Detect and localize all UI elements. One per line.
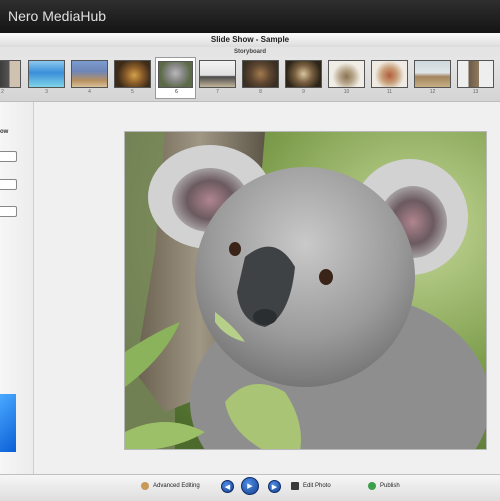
advanced-editing-label: Advanced Editing (153, 483, 200, 489)
storyboard-thumbnail[interactable] (328, 60, 365, 88)
previous-icon: ◀ (224, 483, 231, 491)
storyboard-thumbnail[interactable] (28, 60, 65, 88)
edit-photo-button[interactable]: Edit Photo (291, 482, 331, 490)
storyboard-thumbnail[interactable] (457, 60, 494, 88)
play-icon: ▶ (247, 483, 253, 490)
bottom-toolbar: Advanced Editing ◀ ▶ ▶ Edit Photo Publis… (0, 474, 500, 501)
thumbnail-number: 9 (302, 89, 305, 95)
thumbnail-number: 5 (131, 89, 134, 95)
thumbnail-number: 6 (175, 89, 178, 95)
thumbnail-number: 7 (216, 89, 219, 95)
storyboard-thumbnail[interactable] (199, 60, 236, 88)
thumbnail-number: 4 (88, 89, 91, 95)
thumbnail-number: 8 (259, 89, 262, 95)
edit-photo-label: Edit Photo (303, 483, 331, 489)
blue-preview-tile[interactable] (0, 394, 16, 452)
storyboard-thumbnail-selected[interactable]: 6 (155, 57, 196, 99)
left-panel: ow (0, 102, 34, 474)
thumbnail-number: 2 (1, 89, 4, 95)
window-caption: Slide Show - Sample (0, 33, 500, 48)
panel-option-button[interactable] (0, 151, 17, 162)
app-title: Nero MediaHub (8, 8, 107, 24)
next-icon: ▶ (271, 483, 278, 491)
storyboard-thumbnail[interactable] (414, 60, 451, 88)
thumbnail-number: 10 (343, 89, 350, 95)
storyboard-thumbnail[interactable] (371, 60, 408, 88)
panel-option-button[interactable] (0, 206, 17, 217)
thumbnail-number: 12 (429, 89, 436, 95)
panel-option-button[interactable] (0, 179, 17, 190)
storyboard-thumbnail[interactable] (285, 60, 322, 88)
storyboard-thumbnail[interactable] (242, 60, 279, 88)
title-bar: Nero MediaHub (0, 0, 500, 33)
publish-icon (368, 482, 376, 490)
slide-photo (124, 131, 487, 450)
koala-photo (125, 132, 486, 449)
storyboard-label: Storyboard (0, 47, 500, 57)
advanced-editing-button[interactable]: Advanced Editing (141, 482, 200, 490)
thumbnail-number: 11 (386, 89, 393, 95)
storyboard-strip: 2 3 4 5 6 7 8 9 10 11 12 13 (0, 57, 500, 102)
thumbnail-number: 13 (472, 89, 479, 95)
storyboard-thumbnail[interactable] (71, 60, 108, 88)
storyboard-thumbnail[interactable] (0, 60, 21, 88)
next-button[interactable]: ▶ (268, 480, 281, 493)
thumbnail-number: 3 (45, 89, 48, 95)
publish-button[interactable]: Publish (368, 482, 400, 490)
edit-photo-icon (291, 482, 299, 490)
panel-heading: ow (0, 129, 9, 135)
publish-label: Publish (380, 483, 400, 489)
storyboard-thumbnail[interactable] (114, 60, 151, 88)
play-button[interactable]: ▶ (241, 477, 259, 495)
previous-button[interactable]: ◀ (221, 480, 234, 493)
advanced-editing-icon (141, 482, 149, 490)
